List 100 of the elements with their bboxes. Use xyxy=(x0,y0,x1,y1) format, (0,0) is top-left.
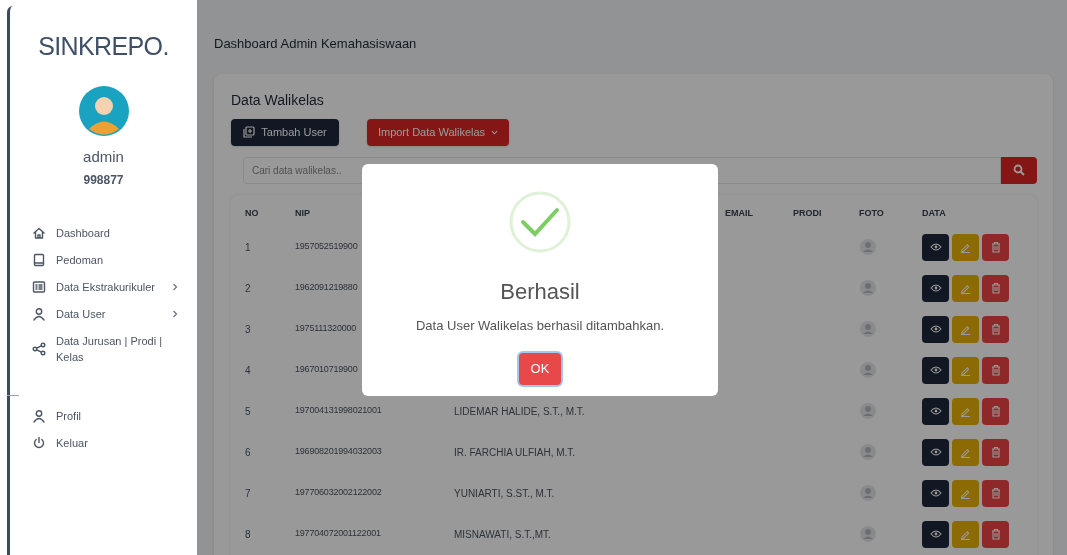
table-cell-text: 5 xyxy=(245,404,252,419)
view-button[interactable] xyxy=(922,233,949,261)
user-name: admin xyxy=(83,146,124,167)
table-cell-text: IR. FARCHIA ULFIAH, M.T. xyxy=(454,445,577,460)
delete-button[interactable] xyxy=(982,356,1009,384)
table-cell-text: YUNIARTI, S.ST., M.T. xyxy=(454,486,556,501)
menu-link[interactable]: Keluar xyxy=(56,435,179,451)
table-icon xyxy=(32,280,46,294)
pencil-icon xyxy=(960,364,971,376)
trash-icon xyxy=(990,323,1001,335)
eye-icon xyxy=(929,489,942,497)
pencil-icon xyxy=(960,241,971,253)
table-cell-text: 3 xyxy=(245,322,252,337)
menu-link[interactable]: Data Ekstrakurikuler xyxy=(56,279,161,295)
checkmark-icon xyxy=(509,191,571,253)
trash-icon xyxy=(990,364,1001,376)
delete-button[interactable] xyxy=(982,520,1009,548)
card-title: Data Walikelas xyxy=(231,90,325,110)
table-cell: 1962091219880 xyxy=(295,281,358,295)
pencil-icon xyxy=(960,487,971,499)
chevron-down-icon xyxy=(491,128,499,136)
table-cell-text: MISNAWATI, S.T.,MT. xyxy=(454,527,552,542)
pencil-icon xyxy=(960,405,971,417)
home-icon xyxy=(32,226,46,240)
user-photo-icon xyxy=(860,444,876,460)
view-button[interactable] xyxy=(922,274,949,302)
table-cell-text: LIDEMAR HALIDE, S.T., M.T. xyxy=(454,404,586,419)
user-photo-icon xyxy=(860,403,876,419)
page-title: Dashboard Admin Kemahasiswaan xyxy=(214,35,418,53)
table-cell: 197706032002122002 xyxy=(295,486,382,500)
delete-button[interactable] xyxy=(982,397,1009,425)
user-icon xyxy=(32,307,46,321)
user-photo-icon xyxy=(860,485,876,501)
user-photo-icon xyxy=(860,526,876,542)
eye-icon xyxy=(929,448,942,456)
table-cell: 197704072001122001 xyxy=(295,527,381,541)
delete-button[interactable] xyxy=(982,274,1009,302)
power-icon xyxy=(32,436,46,450)
trash-icon xyxy=(990,528,1001,540)
view-button[interactable] xyxy=(922,520,949,548)
eye-icon xyxy=(929,407,942,415)
menu-link[interactable]: Dashboard xyxy=(56,225,179,241)
trash-icon xyxy=(990,241,1001,253)
search-button[interactable] xyxy=(1001,156,1037,184)
menu-link[interactable]: Profil xyxy=(56,408,179,424)
delete-button[interactable] xyxy=(982,233,1009,261)
user-photo-icon xyxy=(860,239,876,255)
trash-icon xyxy=(990,446,1001,458)
pencil-icon xyxy=(960,323,971,335)
user-photo-icon xyxy=(860,321,876,337)
table-cell: 196908201994032003 xyxy=(295,445,382,459)
column-header: NIP xyxy=(295,207,311,220)
table-cell: 1957052519900 xyxy=(295,240,358,254)
table-cell-text: 1 xyxy=(245,240,252,255)
share-icon xyxy=(32,342,46,356)
table-cell-text: 2 xyxy=(245,281,252,296)
menu-link[interactable]: Data User xyxy=(56,306,161,322)
eye-icon xyxy=(929,325,942,333)
eye-icon xyxy=(929,284,942,292)
table-cell: 1967010719900 xyxy=(295,363,358,377)
add-user-button[interactable]: Tambah User xyxy=(231,118,339,146)
view-button[interactable] xyxy=(922,479,949,507)
user-photo-icon xyxy=(860,362,876,378)
column-header: FOTO xyxy=(859,207,885,220)
user-icon xyxy=(32,409,46,423)
delete-button[interactable] xyxy=(982,315,1009,343)
table-cell: 197004131998021001 xyxy=(295,404,382,418)
search-icon xyxy=(1013,164,1025,176)
table-cell-text: 6 xyxy=(245,445,252,460)
view-button[interactable] xyxy=(922,397,949,425)
table-cell-text: 7 xyxy=(245,486,252,501)
view-button[interactable] xyxy=(922,438,949,466)
trash-icon xyxy=(990,405,1001,417)
column-header: PRODI xyxy=(793,207,823,220)
view-button[interactable] xyxy=(922,356,949,384)
column-header: NO xyxy=(245,207,260,220)
user-photo-icon xyxy=(860,280,876,296)
pencil-icon xyxy=(960,528,971,540)
avatar-icon xyxy=(78,85,129,136)
menu-link[interactable]: Data Jurusan | Prodi | Kelas xyxy=(56,333,179,365)
menu-link[interactable]: Pedoman xyxy=(56,252,179,268)
eye-icon xyxy=(929,243,942,251)
delete-button[interactable] xyxy=(982,479,1009,507)
table-cell-text: 8 xyxy=(245,527,252,542)
book-icon xyxy=(32,253,46,267)
view-button[interactable] xyxy=(922,315,949,343)
trash-icon xyxy=(990,487,1001,499)
import-dropdown-button[interactable]: Import Data Walikelas xyxy=(367,118,509,146)
table-cell: 1975111320000 xyxy=(295,322,357,336)
column-header: EMAIL xyxy=(725,207,754,220)
dialog-title: Berhasil xyxy=(500,278,580,306)
app-logo: SINKREPO. xyxy=(38,31,169,62)
user-id: 998877 xyxy=(83,172,124,189)
eye-icon xyxy=(929,366,942,374)
add-copy-icon xyxy=(243,126,256,138)
delete-button[interactable] xyxy=(982,438,1009,466)
ok-button[interactable]: OK xyxy=(519,352,561,385)
trash-icon xyxy=(990,282,1001,294)
column-header: DATA xyxy=(922,207,947,220)
pencil-icon xyxy=(960,282,971,294)
